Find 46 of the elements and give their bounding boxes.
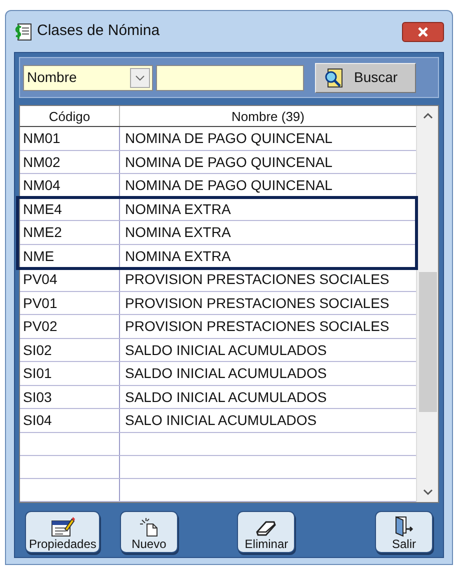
table-cell-text: PROVISION PRESTACIONES SOCIALES — [124, 270, 390, 289]
new-document-icon — [138, 517, 159, 537]
table-cell: SI02 — [20, 338, 120, 361]
table-cell-text: SALDO INICIAL ACUMULADOS — [124, 388, 328, 406]
table-cell: PV04 — [20, 268, 120, 290]
table-cell: NME — [20, 244, 120, 267]
table-cell: SI01 — [20, 362, 120, 384]
table-cell-text: NOMINA DE PAGO QUINCENAL — [124, 129, 334, 148]
table-cell-text: SALDO INICIAL ACUMULADOS — [124, 364, 328, 383]
eraser-icon — [255, 519, 278, 537]
close-button[interactable] — [402, 22, 444, 42]
dollar-document-icon — [14, 22, 32, 40]
toolbar-button[interactable]: Eliminar — [237, 511, 296, 553]
table-cell: NM04 — [20, 174, 120, 196]
toolbar-button[interactable]: Salir — [374, 511, 433, 553]
chevron-down-icon — [130, 68, 150, 88]
search-button[interactable]: Buscar — [315, 62, 416, 92]
door-exit-icon — [392, 515, 415, 537]
table-cell: NM01 — [20, 127, 120, 150]
column-header[interactable]: Código — [20, 106, 120, 126]
table-cell-text: PROVISION PRESTACIONES SOCIALES — [124, 294, 390, 312]
table-cell: SI04 — [20, 409, 120, 432]
table-cell-text: PROVISION PRESTACIONES SOCIALES — [124, 317, 390, 336]
table-cell-text: NOMINA EXTRA — [124, 223, 232, 242]
table-cell-text: NOMINA DE PAGO QUINCENAL — [124, 176, 334, 195]
table-cell-text: NOMINA EXTRA — [124, 246, 232, 266]
search-field[interactable] — [156, 64, 304, 90]
toolbar-button[interactable]: Propiedades — [25, 511, 100, 553]
toolbar-button[interactable]: Nuevo — [120, 511, 178, 553]
close-icon — [417, 26, 429, 36]
table-cell: PV01 — [20, 292, 120, 314]
column-header[interactable]: Nombre (39) — [120, 106, 416, 126]
table-cell-text: SALO INICIAL ACUMULADOS — [124, 411, 318, 430]
table-cell: NM02 — [20, 150, 120, 173]
vertical-scrollbar[interactable] — [416, 106, 438, 502]
table-cell-text: NOMINA EXTRA — [124, 200, 232, 218]
table-cell: NME4 — [20, 198, 120, 220]
table-cell: NME2 — [20, 221, 120, 244]
table-cell: PV02 — [20, 315, 120, 338]
scrollbar-thumb[interactable] — [418, 272, 436, 412]
form-pencil-icon — [50, 517, 75, 537]
table-cell-text: NOMINA DE PAGO QUINCENAL — [124, 152, 334, 172]
field-dropdown[interactable]: Nombre — [23, 64, 153, 90]
window-title: Clases de Nómina — [37, 21, 160, 42]
table-cell-text: SALDO INICIAL ACUMULADOS — [124, 340, 328, 360]
table-cell: SI03 — [20, 386, 120, 408]
